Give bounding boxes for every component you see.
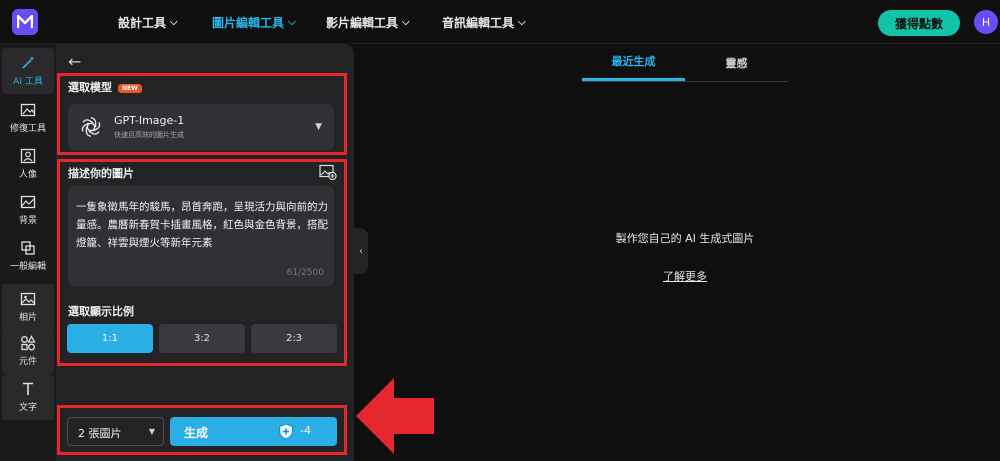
app-root: 設計工具 ⌵ 圖片編輯工具 ⌵ 影片編輯工具 ⌵ 音訊編輯工具 ⌵ 獲得點數 H… <box>0 0 1000 461</box>
nav-audio-tools[interactable]: 音訊編輯工具 ⌵ <box>442 0 526 44</box>
nav-label: 音訊編輯工具 <box>442 15 515 30</box>
rail-item-text[interactable]: 文字 <box>2 374 54 420</box>
crop-icon <box>21 241 35 255</box>
chevron-down-icon: ⌵ <box>402 16 410 28</box>
get-points-button[interactable]: 獲得點數 <box>878 10 960 36</box>
rail-label: AI 工具 <box>13 77 43 87</box>
annotation-arrow-left-icon <box>356 378 434 454</box>
m-glyph <box>17 15 33 28</box>
rail-label: 背景 <box>18 216 37 226</box>
tab-recent[interactable]: 最近生成 <box>582 44 685 81</box>
rail-item-general-edit[interactable]: 一般編輯 <box>2 233 54 279</box>
magic-wand-icon <box>22 56 35 69</box>
tool-rail: AI 工具 修復工具 人像 背景 一般編輯 相片 元件 文字 <box>0 44 56 461</box>
collapse-panel-handle[interactable]: ‹ <box>354 228 368 274</box>
avatar[interactable]: H <box>974 10 998 34</box>
rail-item-repair[interactable]: 修復工具 <box>2 95 54 141</box>
nav-label: 設計工具 <box>118 15 167 30</box>
text-icon <box>23 382 33 395</box>
photo-icon <box>20 292 36 306</box>
shapes-icon <box>21 335 36 351</box>
rail-item-background[interactable]: 背景 <box>2 187 54 233</box>
image-repair-icon <box>20 103 36 117</box>
learn-more-link[interactable]: 了解更多 <box>560 268 810 284</box>
chevron-left-icon: ‹ <box>359 245 363 257</box>
chevron-down-icon: ⌵ <box>170 16 178 28</box>
rail-item-photos[interactable]: 相片 <box>2 284 54 330</box>
rail-item-ai-tools[interactable]: AI 工具 <box>2 48 54 94</box>
portrait-icon <box>20 148 36 164</box>
rail-item-portrait[interactable]: 人像 <box>2 141 54 187</box>
nav-video-tools[interactable]: 影片編輯工具 ⌵ <box>326 0 442 44</box>
back-arrow-icon[interactable]: ← <box>68 52 81 71</box>
rail-label: 修復工具 <box>9 124 46 134</box>
rail-label: 一般編輯 <box>9 262 46 272</box>
tab-inspiration[interactable]: 靈感 <box>685 44 788 81</box>
main-nav: 設計工具 ⌵ 圖片編輯工具 ⌵ 影片編輯工具 ⌵ 音訊編輯工具 ⌵ <box>118 0 526 44</box>
rail-item-elements[interactable]: 元件 <box>2 328 54 374</box>
brand-logo-icon[interactable] <box>12 9 38 35</box>
rail-label: 人像 <box>18 170 37 180</box>
annotation-box-generate <box>57 405 347 455</box>
empty-state-title: 製作您自己的 AI 生成式圖片 <box>615 232 755 245</box>
results-tabs: 最近生成 靈感 <box>582 44 788 82</box>
chevron-down-icon: ⌵ <box>518 16 526 28</box>
background-icon <box>20 195 36 209</box>
annotation-box-model <box>57 73 347 155</box>
top-navigation-bar: 設計工具 ⌵ 圖片編輯工具 ⌵ 影片編輯工具 ⌵ 音訊編輯工具 ⌵ 獲得點數 H <box>0 0 1000 44</box>
nav-label: 圖片編輯工具 <box>212 15 285 30</box>
annotation-box-prompt <box>57 159 347 366</box>
rail-label: 相片 <box>18 313 37 323</box>
chevron-down-icon: ⌵ <box>288 16 296 28</box>
rail-label: 文字 <box>18 403 37 413</box>
nav-design-tools[interactable]: 設計工具 ⌵ <box>118 0 212 44</box>
rail-label: 元件 <box>18 357 37 367</box>
nav-image-tools[interactable]: 圖片編輯工具 ⌵ <box>212 0 326 44</box>
nav-label: 影片編輯工具 <box>326 15 399 30</box>
